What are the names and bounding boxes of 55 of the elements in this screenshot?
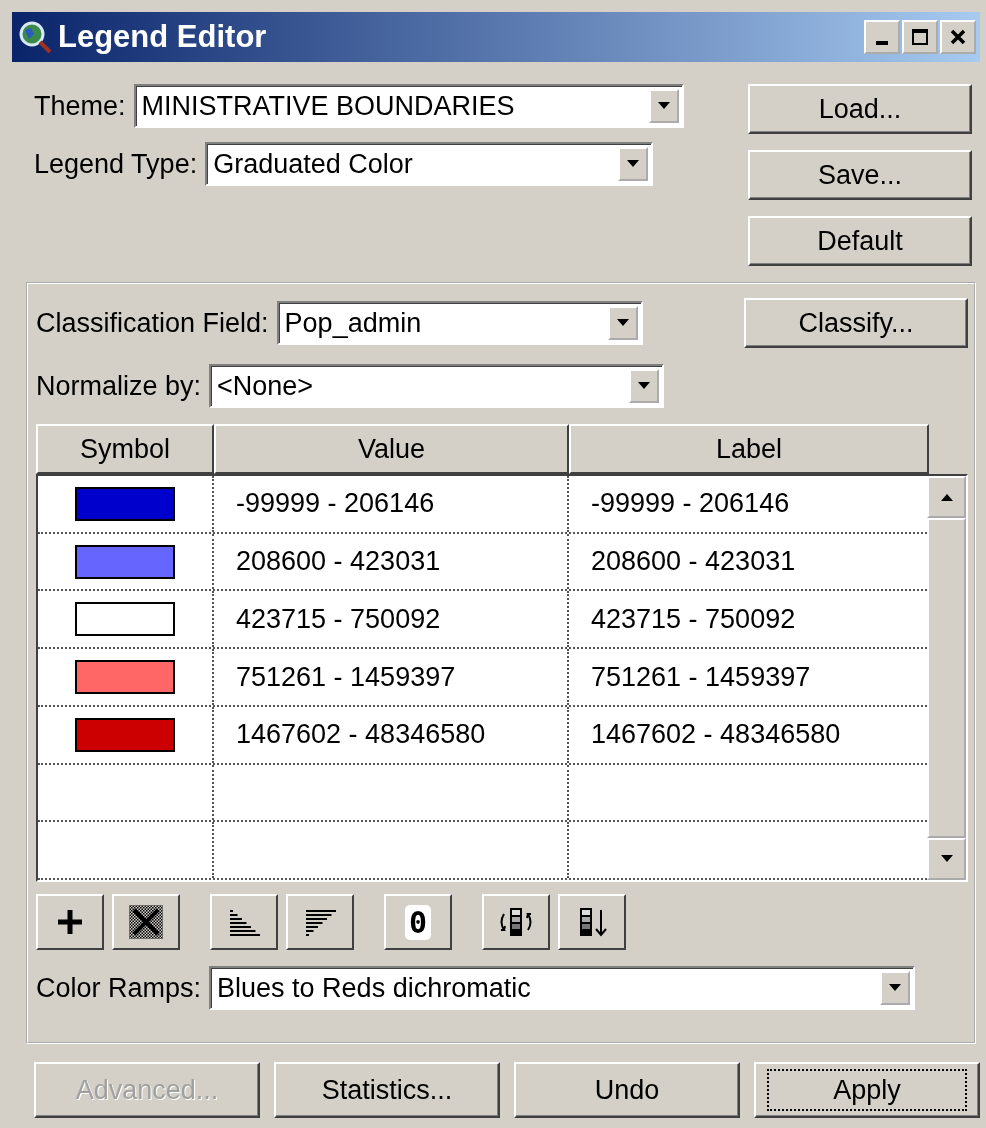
classification-field-label: Classification Field:: [36, 307, 269, 339]
dialog-button[interactable]: Statistics...: [274, 1062, 500, 1118]
sort-descending-button[interactable]: [286, 894, 354, 950]
theme-label: Theme:: [34, 90, 126, 122]
scroll-down-icon: [938, 854, 955, 864]
table-cell-text: -99999 - 206146: [590, 487, 791, 521]
symbol-swatch[interactable]: [75, 602, 175, 637]
vertical-scrollbar[interactable]: [927, 476, 966, 880]
dialog-button[interactable]: Default: [748, 216, 972, 266]
classification-field-dropdown[interactable]: Pop_admin: [276, 301, 643, 345]
column-header[interactable]: Symbol: [36, 424, 214, 474]
delete-class-button[interactable]: [112, 894, 180, 950]
sort-ascending-button[interactable]: [210, 894, 278, 950]
legend-type-dropdown[interactable]: Graduated Color: [205, 142, 654, 186]
zero-button[interactable]: 0: [384, 894, 452, 950]
legend-type-label: Legend Type:: [34, 148, 198, 180]
table-cell-text: 1467602 - 48346580: [590, 718, 842, 752]
table-cell: 751261 - 1459397: [214, 649, 569, 705]
table-cell: 1467602 - 48346580: [214, 706, 569, 763]
globe-magnifier-icon: [18, 20, 52, 54]
theme-dropdown[interactable]: MINISTRATIVE BOUNDARIES: [133, 84, 684, 128]
normalize-by-dropdown[interactable]: <None>: [209, 364, 665, 408]
table-cell: 208600 - 423031: [214, 533, 569, 590]
table-cell: 423715 - 750092: [214, 591, 569, 648]
minimize-icon: [876, 41, 888, 45]
close-button[interactable]: [940, 20, 976, 54]
table-cell-text: 423715 - 750092: [590, 602, 797, 636]
color-ramps-label: Color Ramps:: [36, 972, 202, 1004]
dialog-button[interactable]: Load...: [748, 84, 972, 134]
dialog-button[interactable]: Save...: [748, 150, 972, 200]
table-cell-text: 751261 - 1459397: [590, 660, 812, 694]
window-title: Legend Editor: [58, 19, 268, 55]
reverse-order-button[interactable]: [558, 894, 626, 950]
symbol-swatch[interactable]: [75, 717, 175, 752]
symbol-swatch[interactable]: [75, 660, 175, 694]
column-header[interactable]: Value: [214, 424, 569, 474]
color-ramps-dropdown[interactable]: Blues to Reds dichromatic: [209, 966, 916, 1010]
classify-button[interactable]: Classify...: [744, 298, 968, 348]
symbol-swatch[interactable]: [75, 486, 175, 521]
plus-icon: [55, 907, 85, 937]
normalize-by-label: Normalize by:: [36, 370, 202, 402]
minimize-button[interactable]: [864, 20, 900, 54]
table-cell-text: 208600 - 423031: [590, 545, 797, 579]
maximize-icon: [910, 27, 930, 47]
maximize-button[interactable]: [902, 20, 938, 54]
dialog-button[interactable]: Apply: [754, 1062, 980, 1118]
add-class-button[interactable]: [36, 894, 104, 950]
scroll-up-icon: [938, 492, 955, 502]
table-cell: -99999 - 206146: [214, 476, 569, 532]
column-header[interactable]: Label: [569, 424, 929, 474]
symbol-swatch[interactable]: [75, 544, 175, 579]
flip-colors-button[interactable]: [482, 894, 550, 950]
cross-pattern-icon: [128, 904, 164, 940]
close-icon: [948, 27, 968, 47]
dialog-button[interactable]: Undo: [514, 1062, 740, 1118]
